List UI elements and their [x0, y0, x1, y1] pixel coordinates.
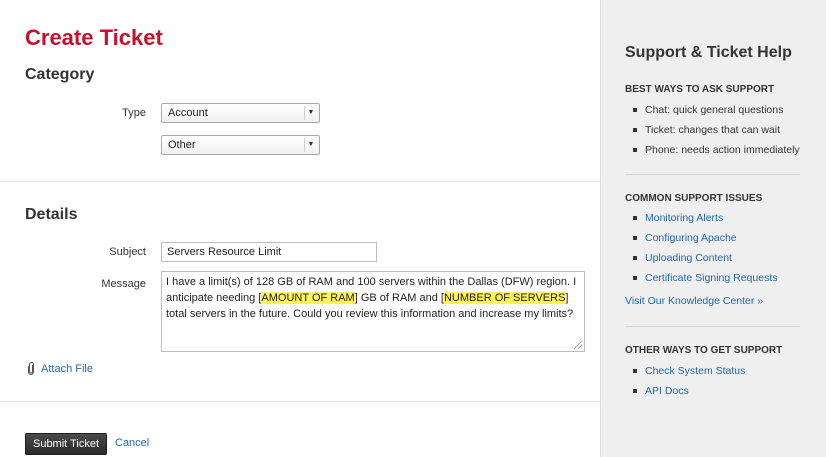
bullet-icon: [633, 389, 637, 393]
list-item: Ticket: changes that can wait: [633, 123, 800, 143]
common-issues-heading: COMMON SUPPORT ISSUES: [625, 193, 763, 204]
page-title: Create Ticket: [25, 25, 163, 50]
sidebar-title: Support & Ticket Help: [625, 44, 792, 61]
details-heading: Details: [25, 206, 78, 223]
resize-handle[interactable]: [574, 341, 582, 349]
message-label: Message: [101, 278, 146, 290]
best-ways-heading: BEST WAYS TO ASK SUPPORT: [625, 84, 775, 95]
bullet-icon: [633, 148, 637, 152]
sidebar-divider: [625, 174, 800, 175]
list-item-label: Configuring Apache: [645, 232, 737, 244]
best-ways-list: Chat: quick general questions Ticket: ch…: [633, 103, 800, 163]
bullet-icon: [633, 236, 637, 240]
message-highlight-servers: NUMBER OF SERVERS: [443, 292, 566, 304]
main-panel: Create Ticket Category Type Account ▼ Ot…: [0, 0, 601, 457]
sidebar-item-api-docs[interactable]: API Docs: [633, 384, 745, 404]
subject-label: Subject: [109, 246, 146, 258]
subject-input[interactable]: Servers Resource Limit: [161, 242, 377, 262]
bullet-icon: [633, 128, 637, 132]
subtype-select-value: Other: [168, 139, 196, 151]
bullet-icon: [633, 108, 637, 112]
list-item-label: Monitoring Alerts: [645, 212, 724, 224]
bullet-icon: [633, 256, 637, 260]
sidebar-item-monitoring-alerts[interactable]: Monitoring Alerts: [633, 211, 778, 231]
list-item-label: Phone: needs action immediately: [645, 144, 800, 156]
type-select[interactable]: Account ▼: [161, 103, 320, 123]
chevron-down-icon: ▼: [304, 106, 317, 120]
knowledge-center-link[interactable]: Visit Our Knowledge Center »: [625, 295, 763, 307]
chevron-down-icon: ▼: [304, 138, 317, 152]
list-item: Chat: quick general questions: [633, 103, 800, 123]
bullet-icon: [633, 369, 637, 373]
list-item-label: Chat: quick general questions: [645, 104, 784, 116]
subtype-select[interactable]: Other ▼: [161, 135, 320, 155]
list-item-label: Uploading Content: [645, 252, 732, 264]
message-text-2: ] GB of RAM and [: [354, 292, 444, 304]
paperclip-icon: [28, 362, 34, 375]
section-divider: [0, 401, 601, 402]
sidebar-item-uploading-content[interactable]: Uploading Content: [633, 251, 778, 271]
sidebar-item-system-status[interactable]: Check System Status: [633, 364, 745, 384]
subject-input-value: Servers Resource Limit: [167, 246, 282, 258]
list-item: Phone: needs action immediately: [633, 143, 800, 163]
attach-file-label: Attach File: [41, 362, 93, 375]
list-item-label: Certificate Signing Requests: [645, 272, 778, 284]
sidebar-item-csr[interactable]: Certificate Signing Requests: [633, 271, 778, 291]
submit-ticket-button[interactable]: Submit Ticket: [25, 433, 107, 455]
sidebar-item-configuring-apache[interactable]: Configuring Apache: [633, 231, 778, 251]
common-issues-list: Monitoring Alerts Configuring Apache Upl…: [633, 211, 778, 291]
message-highlight-ram: AMOUNT OF RAM: [261, 292, 355, 304]
category-heading: Category: [25, 66, 95, 83]
bullet-icon: [633, 276, 637, 280]
cancel-link[interactable]: Cancel: [115, 437, 149, 449]
message-textarea[interactable]: I have a limit(s) of 128 GB of RAM and 1…: [161, 271, 585, 352]
bullet-icon: [633, 216, 637, 220]
sidebar-divider: [625, 326, 800, 327]
list-item-label: Check System Status: [645, 365, 746, 377]
list-item-label: API Docs: [645, 385, 689, 397]
attach-file-link[interactable]: Attach File: [27, 362, 93, 375]
other-ways-heading: OTHER WAYS TO GET SUPPORT: [625, 345, 783, 356]
other-ways-list: Check System Status API Docs: [633, 364, 745, 404]
list-item-label: Ticket: changes that can wait: [645, 124, 781, 136]
type-select-value: Account: [168, 107, 208, 119]
type-label: Type: [122, 107, 146, 119]
section-divider: [0, 181, 601, 182]
